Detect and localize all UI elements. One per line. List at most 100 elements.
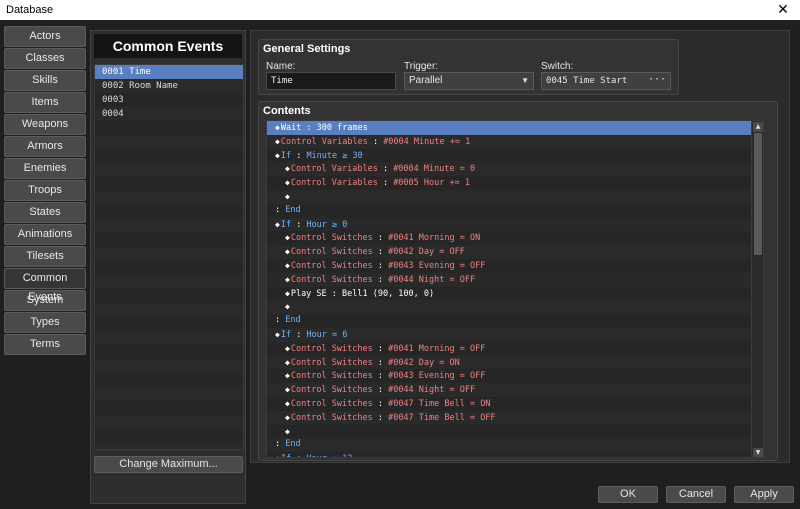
- command-row[interactable]: ◆Control Switches : #0041 Morning = OFF: [267, 342, 763, 356]
- scroll-up-icon[interactable]: ▲: [753, 122, 763, 132]
- diamond-icon: ◆: [275, 219, 280, 229]
- ellipsis-icon[interactable]: ···: [648, 72, 666, 88]
- close-icon[interactable]: ✕: [766, 0, 800, 20]
- command-text: #0041 Morning = ON: [388, 233, 481, 244]
- category-tilesets[interactable]: Tilesets: [4, 246, 86, 267]
- list-item[interactable]: [95, 121, 243, 135]
- command-list[interactable]: ◆Wait : 300 frames ◆Control Variables : #…: [266, 120, 764, 458]
- list-item[interactable]: [95, 359, 243, 373]
- command-text: Control Variables: [290, 164, 378, 175]
- command-row[interactable]: ◆Control Variables : #0005 Hour += 1: [267, 176, 763, 190]
- list-item[interactable]: [95, 415, 243, 429]
- category-skills[interactable]: Skills: [4, 70, 86, 91]
- vertical-scrollbar[interactable]: ▲ ▼: [751, 121, 763, 457]
- list-item[interactable]: [95, 303, 243, 317]
- category-items[interactable]: Items: [4, 92, 86, 113]
- ok-button[interactable]: OK: [598, 486, 658, 503]
- list-item[interactable]: [95, 191, 243, 205]
- list-item[interactable]: [95, 317, 243, 331]
- list-item[interactable]: [95, 205, 243, 219]
- command-row[interactable]: ◆Play SE : Bell1 (90, 100, 0): [267, 287, 763, 301]
- diamond-icon: ◆: [275, 329, 280, 339]
- list-item[interactable]: [95, 275, 243, 289]
- switch-field[interactable]: 0045 Time Start ···: [541, 72, 671, 90]
- command-row[interactable]: ◆Control Switches : #0043 Evening = OFF: [267, 369, 763, 383]
- diamond-icon: ◆: [285, 288, 290, 298]
- category-actors[interactable]: Actors: [4, 26, 86, 47]
- list-item[interactable]: [95, 149, 243, 163]
- list-item[interactable]: [95, 247, 243, 261]
- command-row[interactable]: ◆If : Minute ≥ 30: [267, 149, 763, 163]
- command-row[interactable]: ◆: [267, 189, 763, 204]
- list-item[interactable]: [95, 233, 243, 247]
- command-text: : 300 frames: [301, 123, 368, 133]
- list-item[interactable]: 0003: [95, 93, 243, 107]
- category-terms[interactable]: Terms: [4, 334, 86, 355]
- list-item[interactable]: [95, 261, 243, 275]
- list-item[interactable]: [95, 163, 243, 177]
- diamond-icon: ◆: [275, 454, 280, 457]
- category-states[interactable]: States: [4, 202, 86, 223]
- command-row[interactable]: ◆: [267, 300, 763, 315]
- command-text: Minute ≥ 30: [306, 150, 363, 161]
- diamond-icon: ◆: [285, 357, 290, 367]
- category-types[interactable]: Types: [4, 312, 86, 333]
- category-armors[interactable]: Armors: [4, 136, 86, 157]
- command-text: :: [291, 329, 307, 340]
- command-row[interactable]: ◆Control Variables : #0004 Minute += 1: [267, 134, 763, 149]
- category-weapons[interactable]: Weapons: [4, 114, 86, 135]
- command-text: :: [291, 454, 306, 457]
- command-row[interactable]: ◆Wait : 300 frames: [267, 121, 763, 135]
- command-text: Control Switches: [290, 274, 373, 285]
- command-row[interactable]: ◆Control Switches : #0044 Night = OFF: [267, 272, 763, 287]
- command-text: #0042 Day = ON: [388, 357, 460, 368]
- category-system[interactable]: System: [4, 290, 86, 311]
- category-troops[interactable]: Troops: [4, 180, 86, 201]
- command-row[interactable]: ◆If : Hour ≥ 0: [267, 217, 763, 232]
- command-row[interactable]: ◆If : Hour = 12: [267, 452, 763, 457]
- list-item[interactable]: [95, 373, 243, 387]
- general-settings-group: General Settings Name: Time Trigger: Par…: [258, 39, 679, 95]
- list-item[interactable]: 0001 Time: [95, 65, 243, 79]
- list-item[interactable]: [95, 219, 243, 233]
- command-row[interactable]: : End: [267, 204, 763, 218]
- command-text: :: [372, 357, 389, 368]
- category-animations[interactable]: Animations: [4, 224, 86, 245]
- list-item[interactable]: [95, 345, 243, 359]
- command-row[interactable]: ◆Control Switches : #0047 Time Bell = ON: [267, 397, 763, 411]
- category-enemies[interactable]: Enemies: [4, 158, 86, 179]
- trigger-select[interactable]: Parallel ▼: [404, 72, 534, 90]
- list-item[interactable]: 0002 Room Name: [95, 79, 243, 93]
- command-text: Control Switches: [290, 343, 373, 354]
- command-row[interactable]: ◆Control Switches : #0044 Night = OFF: [267, 383, 763, 397]
- command-row[interactable]: ◆Control Switches : #0042 Day = OFF: [267, 245, 763, 259]
- list-item[interactable]: [95, 429, 243, 443]
- list-item[interactable]: [95, 289, 243, 303]
- command-row[interactable]: ◆Control Variables : #0004 Minute = 0: [267, 162, 763, 177]
- name-field[interactable]: Time: [266, 72, 396, 90]
- apply-button[interactable]: Apply: [734, 486, 794, 503]
- change-maximum-button[interactable]: Change Maximum...: [94, 456, 243, 473]
- cancel-button[interactable]: Cancel: [666, 486, 726, 503]
- command-row[interactable]: ◆Control Switches : #0043 Evening = OFF: [267, 259, 763, 273]
- common-events-list[interactable]: 0001 Time 0002 Room Name 0003 0004: [94, 64, 244, 450]
- category-common-events[interactable]: Common Events: [4, 268, 86, 303]
- list-item[interactable]: [95, 135, 243, 149]
- list-item[interactable]: [95, 331, 243, 345]
- command-row[interactable]: ◆If : Hour = 6: [267, 327, 763, 342]
- command-row[interactable]: ◆Control Switches : #0041 Morning = ON: [267, 231, 763, 245]
- list-item[interactable]: [95, 401, 243, 415]
- command-row[interactable]: ◆: [267, 425, 763, 439]
- list-item[interactable]: [95, 387, 243, 401]
- category-classes[interactable]: Classes: [4, 48, 86, 69]
- list-item[interactable]: 0004: [95, 107, 243, 121]
- command-row[interactable]: ◆Control Switches : #0042 Day = ON: [267, 355, 763, 370]
- scroll-thumb[interactable]: [754, 133, 762, 255]
- list-item[interactable]: [95, 443, 243, 449]
- command-text: :: [372, 398, 389, 409]
- command-row[interactable]: : End: [267, 438, 763, 453]
- list-item[interactable]: [95, 177, 243, 191]
- command-row[interactable]: : End: [267, 314, 763, 328]
- scroll-down-icon[interactable]: ▼: [753, 448, 763, 457]
- command-row[interactable]: ◆Control Switches : #0047 Time Bell = OF…: [267, 410, 763, 425]
